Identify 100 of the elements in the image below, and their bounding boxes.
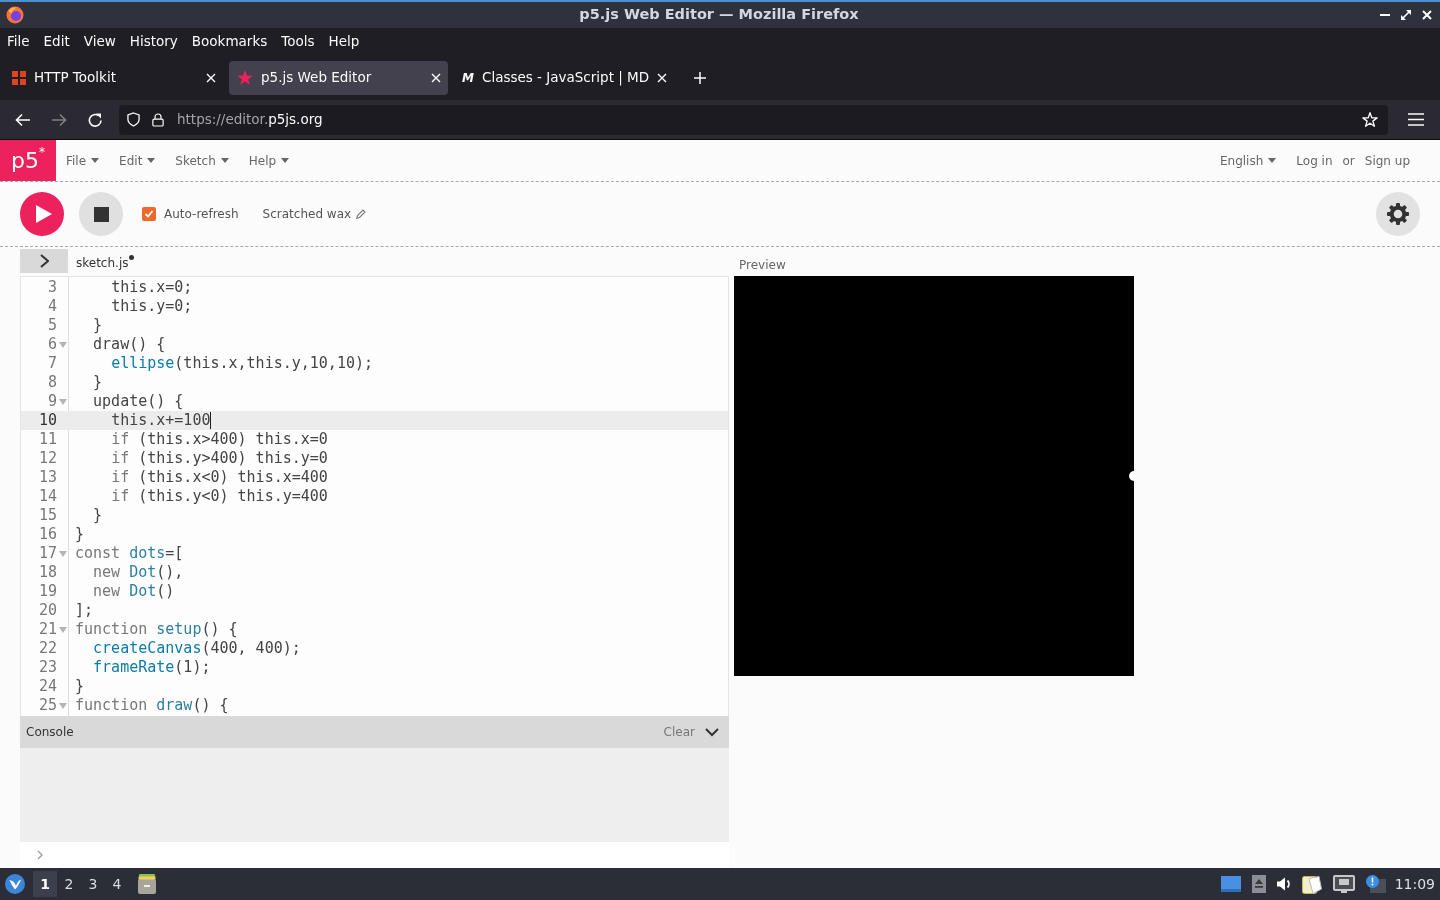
sidebar-toggle[interactable] [20,249,68,273]
chevron-down-icon[interactable] [705,727,719,737]
code-line: new Dot(), [93,563,184,582]
code-line: function setup() { [75,620,238,639]
plus-icon[interactable] [694,71,707,84]
workspace-button[interactable]: 1 [33,871,57,897]
line-number: 22 [37,639,57,658]
launcher-logo-icon[interactable] [5,874,25,894]
notification-icon[interactable] [1365,875,1386,893]
line-number: 10 [37,411,57,430]
line-number: 15 [37,506,57,525]
line-number: 4 [46,297,57,316]
code-line: createCanvas(400, 400); [93,639,301,658]
workspace-button[interactable]: 4 [105,871,129,897]
favicon-letter: M [462,70,474,85]
menu-item[interactable]: Help [248,151,290,170]
drawer-icon[interactable] [137,874,157,894]
url-text[interactable]: https://editor.p5js.org [177,109,323,130]
workspace-button[interactable]: 2 [57,871,81,897]
browser-tab[interactable]: p5.js Web Editor [229,60,448,95]
menu-item[interactable]: File [0,31,37,52]
code-line: draw() { [93,335,166,354]
lock-icon[interactable] [152,112,164,127]
monitor-icon[interactable] [1332,875,1355,893]
separator-text: or [1342,152,1355,170]
menu-item[interactable]: File [66,151,100,170]
back-arrow-icon[interactable] [15,112,31,127]
address-bar[interactable]: https://editor.p5js.org [119,104,1388,135]
line-number: 11 [37,430,57,449]
settings-button[interactable] [1376,192,1420,236]
close-icon[interactable] [431,72,441,83]
caret-icon [147,158,156,163]
line-number: 9 [46,392,57,411]
chevron-right-icon [39,254,49,268]
menu-item[interactable]: Bookmarks [184,31,275,52]
checkbox-label[interactable]: Auto-refresh [164,205,239,223]
code-line: function draw() { [75,696,229,715]
workspace-button[interactable]: 3 [81,871,105,897]
code-line: if (this.y>400) this.y=0 [111,449,328,468]
file-tab[interactable]: sketch.js [76,254,129,272]
console-input[interactable] [20,842,729,868]
menu-item[interactable]: Tools [274,31,322,52]
close-icon[interactable] [206,72,216,83]
code-line: if (this.x>400) this.x=0 [111,430,328,449]
menu-item[interactable]: Help [321,31,367,52]
tiles-icon [12,70,26,85]
code-line: } [93,316,103,335]
login-link[interactable]: Log in [1296,151,1333,170]
console-title: Console [26,724,74,741]
caret-icon [91,158,100,163]
code-line: this.x=0; [111,278,193,297]
prompt-icon [37,850,43,860]
code-line: if (this.x<0) this.x=400 [111,468,328,487]
close-icon[interactable] [657,72,668,83]
browser-tab[interactable]: M Classes - JavaScript | MD [454,60,675,95]
code-line: frameRate(1); [93,658,211,677]
line-number: 24 [37,677,57,696]
signup-link[interactable]: Sign up [1364,151,1410,170]
checkbox[interactable] [142,207,156,221]
line-number: 13 [37,468,57,487]
menu-item[interactable]: Sketch [175,151,229,170]
eject-icon[interactable] [1251,875,1266,893]
line-number: 25 [37,696,57,715]
menu-icon[interactable] [1408,113,1424,126]
menu-item[interactable]: Edit [119,151,156,170]
code-line: ]; [75,601,94,620]
reload-icon[interactable] [87,112,103,127]
pencil-icon[interactable] [356,209,367,219]
line-number: 8 [46,373,57,392]
code-line: } [75,677,85,696]
notes-icon[interactable] [1301,874,1322,894]
preview-label: Preview [738,257,787,274]
line-number: 3 [46,278,57,297]
p5-logo[interactable]: p5$^{*}$ [0,140,56,181]
code-line: if (this.y<0) this.y=400 [111,487,328,506]
code-line: } [93,506,103,525]
speaker-icon[interactable] [1276,876,1291,892]
code-line: } [93,373,103,392]
sketch-name[interactable]: Scratched wax [262,205,352,223]
language-menu[interactable]: English [1219,151,1277,170]
code-line: new Dot() [93,582,175,601]
menu-item[interactable]: History [122,31,185,52]
browser-tab[interactable]: HTTP Toolkit [4,60,223,95]
line-number: 14 [37,487,57,506]
line-number: 21 [37,620,57,639]
shield-icon[interactable] [127,112,140,127]
menu-item[interactable]: Edit [36,31,77,52]
window-icon[interactable] [1220,876,1241,892]
stop-button[interactable] [79,192,123,236]
line-number: 6 [46,335,57,354]
play-button[interactable] [20,192,64,236]
code-line: const dots=[ [75,544,184,563]
line-number: 16 [37,525,57,544]
bookmark-icon[interactable] [1362,112,1378,127]
line-number: 20 [37,601,57,620]
menu-item[interactable]: View [76,31,123,52]
maximize-icon[interactable] [1401,10,1411,20]
close-icon[interactable] [1422,10,1432,20]
code-line: ellipse(this.x,this.y,10,10); [111,354,374,373]
line-number: 12 [37,449,57,468]
